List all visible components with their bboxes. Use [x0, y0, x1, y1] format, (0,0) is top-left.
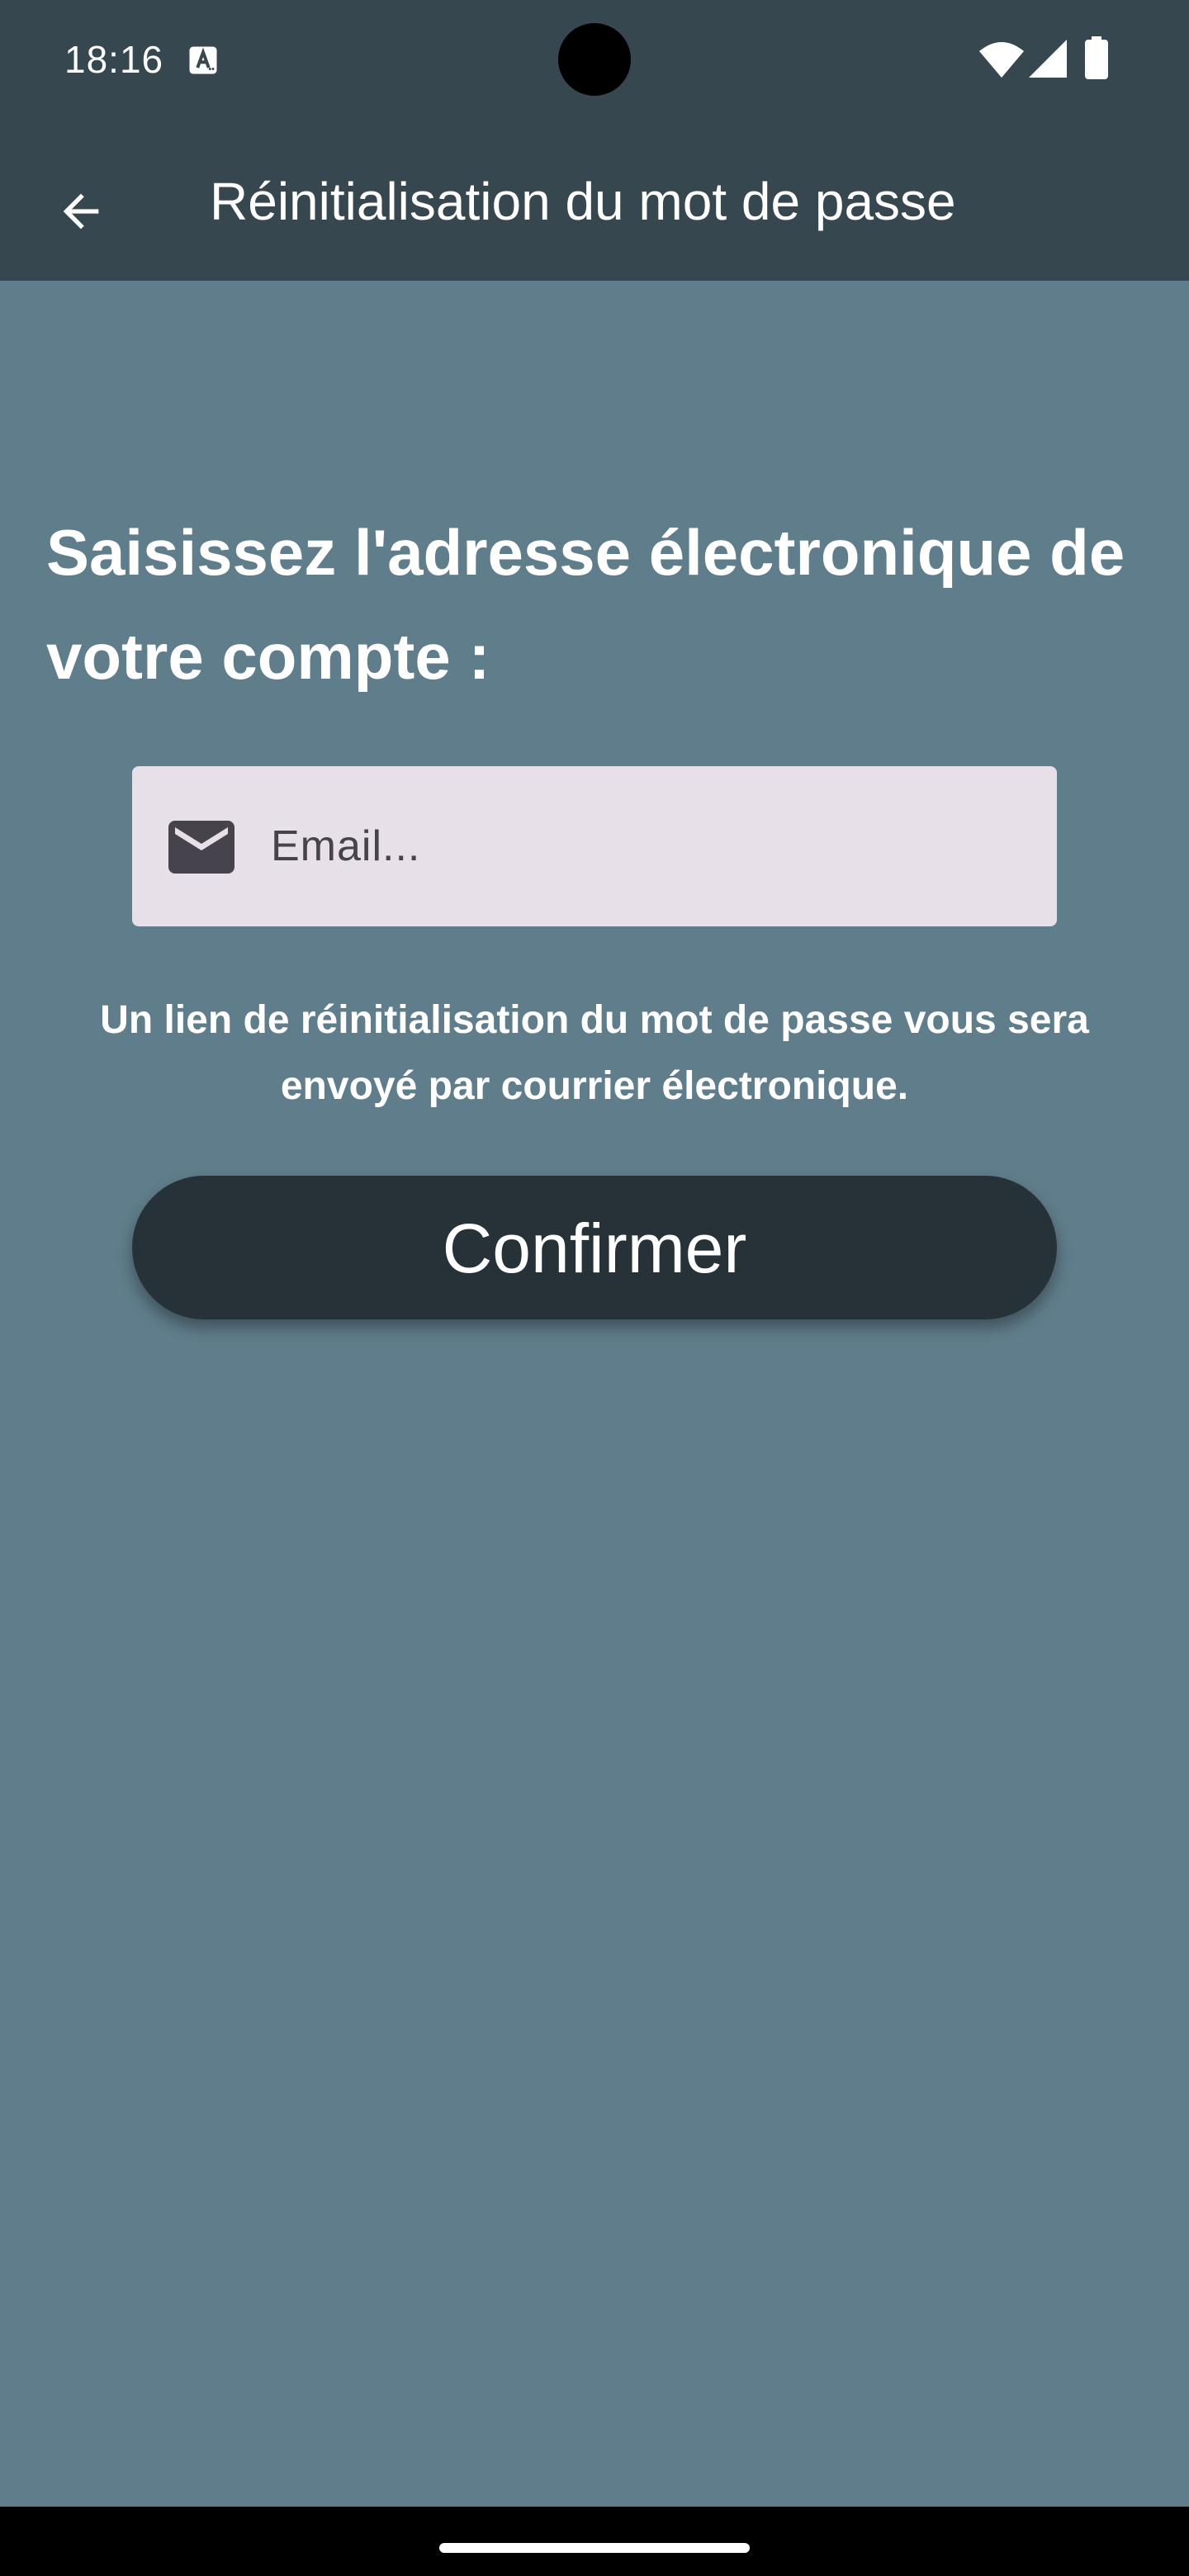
status-bar: 18:16 [0, 0, 1189, 119]
mail-icon [168, 821, 234, 874]
wifi-icon [979, 42, 1024, 78]
page-title: Réinitialisation du mot de passe [210, 172, 956, 231]
navigation-bar [0, 2507, 1189, 2576]
back-button[interactable] [36, 167, 126, 256]
arrow-back-icon [63, 193, 99, 230]
confirm-button[interactable]: Confirmer [132, 1176, 1057, 1319]
battery-icon [1085, 36, 1108, 79]
password-reset-screen: 18:16 Réinitialisation du mot de passe S… [0, 0, 1189, 2576]
cell-signal-icon [1029, 40, 1067, 78]
text-a-icon [189, 46, 217, 74]
email-field[interactable] [132, 766, 1057, 926]
home-handle[interactable] [439, 2543, 750, 2553]
camera-cutout [558, 23, 631, 96]
instruction-heading: Saisissez l'adresse électronique de votr… [46, 516, 1125, 693]
email-input[interactable] [271, 766, 1014, 926]
status-time: 18:16 [64, 38, 164, 81]
app-bar: Réinitialisation du mot de passe [0, 119, 1189, 281]
info-text: Un lien de réinitialisation du mot de pa… [100, 998, 1089, 1108]
